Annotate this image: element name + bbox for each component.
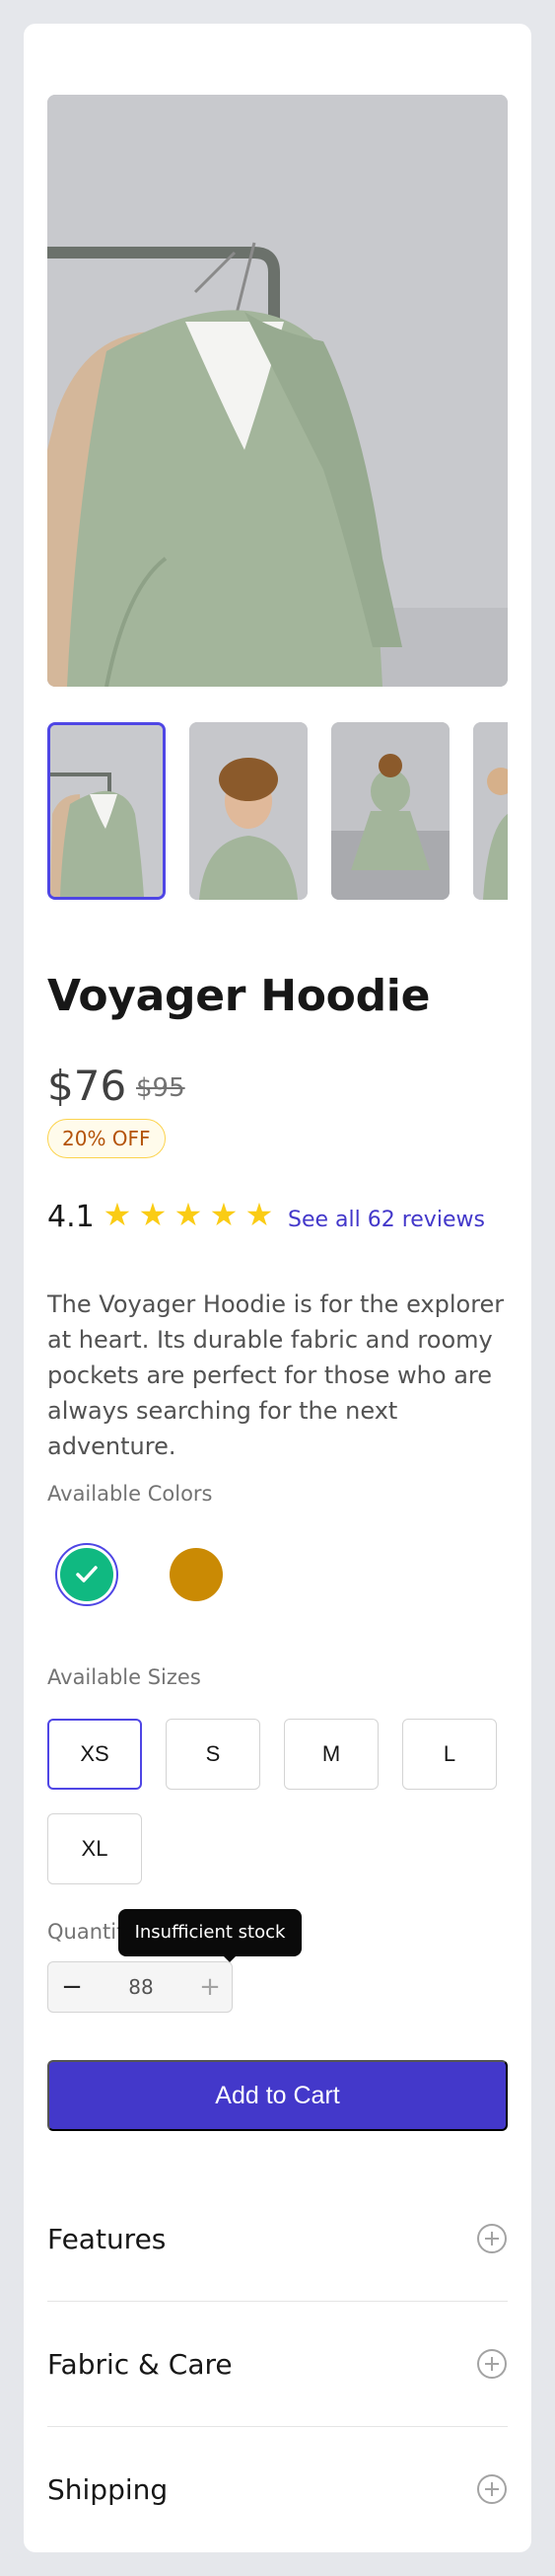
checkmark-icon	[76, 1566, 98, 1582]
quantity-stepper: − 88 +	[47, 1961, 233, 2013]
accordion-features[interactable]: Features	[47, 2176, 508, 2301]
star-icon: ★	[209, 1196, 239, 1233]
accordion-fabric-care[interactable]: Fabric & Care	[47, 2302, 508, 2426]
thumbnail-partial[interactable]	[473, 722, 508, 900]
rating-value: 4.1	[47, 1200, 95, 1234]
accordion-shipping[interactable]: Shipping	[47, 2427, 508, 2551]
size-button-xs[interactable]: XS	[47, 1719, 142, 1790]
stock-tooltip: Insufficient stock	[118, 1909, 302, 1956]
see-reviews-link[interactable]: See all 62 reviews	[288, 1208, 485, 1232]
product-description: The Voyager Hoodie is for the explorer a…	[47, 1290, 505, 1460]
add-to-cart-button[interactable]: Add to Cart	[47, 2060, 508, 2131]
decrement-button[interactable]: −	[48, 1962, 96, 2012]
product-title: Voyager Hoodie	[47, 971, 431, 1021]
star-icon: ★	[138, 1196, 168, 1233]
colors-label: Available Colors	[47, 1482, 213, 1506]
accordion-title: Shipping	[47, 2472, 169, 2506]
main-product-image	[47, 95, 508, 687]
thumbnail-seated[interactable]	[331, 722, 450, 900]
discount-badge: 20% OFF	[47, 1119, 166, 1158]
plus-circle-icon	[477, 2224, 507, 2253]
quantity-value[interactable]: 88	[96, 1962, 186, 2012]
size-button-m[interactable]: M	[284, 1719, 379, 1790]
thumbnail-strip	[47, 722, 508, 902]
star-rating: ★ ★ ★ ★ ★	[103, 1196, 274, 1233]
product-card: Voyager Hoodie $76 $95 20% OFF 4.1 ★ ★ ★…	[24, 24, 531, 2552]
current-price: $76	[47, 1062, 127, 1110]
thumbnail-rack[interactable]	[47, 722, 166, 900]
color-swatch-fill	[170, 1548, 223, 1601]
star-icon: ★	[244, 1196, 274, 1233]
thumbnail-portrait[interactable]	[189, 722, 308, 900]
accordion-title: Features	[47, 2222, 167, 2255]
sizes-label: Available Sizes	[47, 1665, 201, 1689]
size-button-xl[interactable]: XL	[47, 1813, 142, 1884]
size-button-s[interactable]: S	[166, 1719, 260, 1790]
original-price: $95	[136, 1073, 185, 1103]
color-swatch-green[interactable]	[55, 1543, 118, 1606]
plus-circle-icon	[477, 2349, 507, 2379]
increment-button[interactable]: +	[186, 1962, 234, 2012]
size-button-l[interactable]: L	[402, 1719, 497, 1790]
star-icon: ★	[103, 1196, 132, 1233]
plus-circle-icon	[477, 2474, 507, 2504]
accordion-title: Fabric & Care	[47, 2347, 233, 2381]
color-swatch-amber[interactable]	[165, 1543, 228, 1606]
star-icon: ★	[173, 1196, 203, 1233]
color-swatch-fill	[60, 1548, 113, 1601]
